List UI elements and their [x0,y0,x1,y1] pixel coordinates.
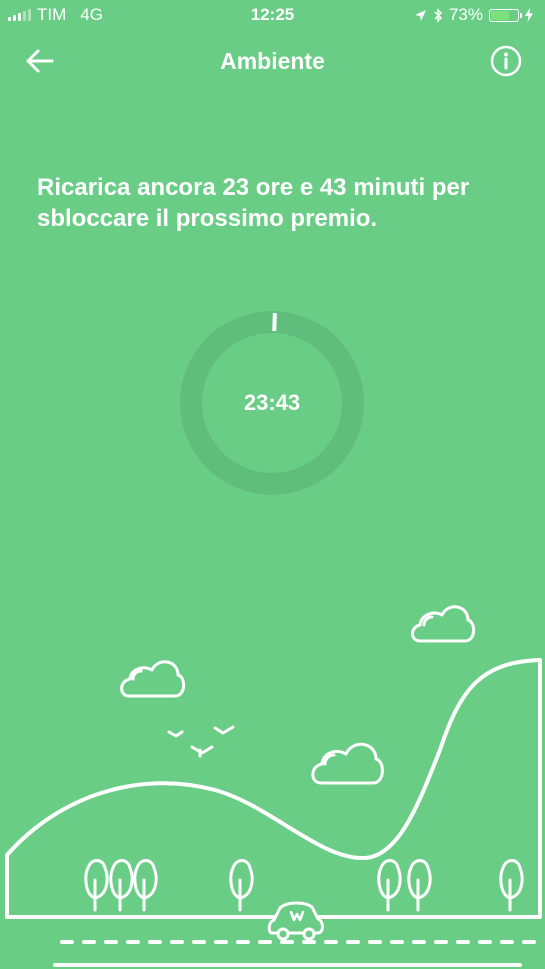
battery-percent: 73% [448,5,483,24]
location-arrow-icon [414,9,426,21]
status-right: 73% [414,5,533,25]
info-button[interactable] [489,44,523,78]
cloud-icon [411,605,476,643]
unlock-message: Ricarica ancora 23 ore e 43 minuti per s… [37,174,470,232]
countdown-timer: 23:43 [243,390,301,415]
tree-icon [133,859,158,912]
page-title: Ambiente [220,48,325,74]
tree-icon [499,859,524,912]
battery-fill [491,10,509,20]
cloud-icon [311,743,384,785]
battery-icon [489,8,522,22]
nav-bar: Ambiente [0,36,545,86]
bluetooth-icon [434,7,443,23]
car-icon [267,901,324,941]
info-circle-icon [490,45,522,77]
cloud-icon [120,660,186,698]
charging-bolt-icon [525,8,533,22]
ring-progress [272,312,277,332]
tree-icon [109,859,134,912]
tree-icon [84,859,109,912]
status-bar: TIM 4G 12:25 73% [0,0,545,32]
birds-icon [167,725,235,758]
tree-icon [407,859,432,912]
landscape-illustration [5,605,542,967]
tree-icon [229,859,254,912]
tree-icon [377,859,402,912]
